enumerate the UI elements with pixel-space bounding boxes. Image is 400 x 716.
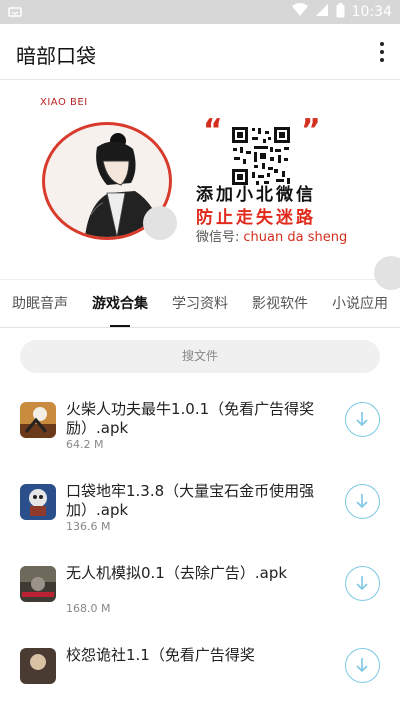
- tab-sleep-audio[interactable]: 助眠音声: [0, 282, 80, 327]
- list-item[interactable]: 无人机模拟0.1（去除广告）.apk 168.0 M: [0, 552, 400, 634]
- quote-close-icon: ”: [301, 113, 321, 148]
- status-bar: 10:34: [0, 0, 400, 24]
- list-item[interactable]: 口袋地牢1.3.8（大量宝石金币使用强加）.apk 136.6 M: [0, 470, 400, 552]
- battery-icon: [336, 2, 345, 22]
- wifi-icon: [291, 3, 308, 21]
- download-button[interactable]: [345, 484, 380, 519]
- banner-headline: 添加小北微信: [196, 185, 316, 205]
- search-input[interactable]: 搜文件: [20, 340, 380, 373]
- promo-banner[interactable]: XIAO BEI “ ” 添加小北微信 防止走失迷路 微信号: chuan da…: [0, 82, 400, 290]
- banner-brand: XIAO BEI: [40, 97, 88, 108]
- school-horror-icon: [20, 648, 56, 684]
- drone-sim-icon: [20, 566, 56, 602]
- list-item[interactable]: 校怨诡社1.1（免看广告得奖: [0, 634, 400, 716]
- quote-open-icon: “: [203, 113, 223, 148]
- banner-subheadline: 防止走失迷路: [196, 208, 316, 228]
- tab-game-collection[interactable]: 游戏合集: [80, 282, 160, 327]
- download-icon: [356, 494, 368, 509]
- file-name: 校怨诡社1.1（免看广告得奖: [66, 646, 255, 664]
- signal-icon: [315, 3, 329, 21]
- app-bar: 暗部口袋: [0, 24, 400, 80]
- download-button[interactable]: [345, 402, 380, 437]
- file-size: 136.6 M: [66, 520, 111, 533]
- file-name: 口袋地牢1.3.8（大量宝石金币使用强加）.apk: [66, 482, 315, 519]
- qr-code-icon: [230, 125, 292, 187]
- download-icon: [356, 658, 368, 673]
- tab-novel-apps[interactable]: 小说应用: [320, 282, 400, 327]
- more-options-icon[interactable]: [378, 42, 386, 62]
- wechat-id: chuan da sheng: [243, 230, 348, 245]
- download-icon: [356, 576, 368, 591]
- file-name: 无人机模拟0.1（去除广告）.apk: [66, 564, 288, 582]
- file-list: 火柴人功夫最牛1.0.1（免看广告得奖励）.apk 64.2 M 口袋地牢1.3…: [0, 388, 400, 716]
- file-size: 168.0 M: [66, 602, 111, 615]
- download-button[interactable]: [345, 566, 380, 601]
- download-button[interactable]: [345, 648, 380, 683]
- wechat-id-line: 微信号: chuan da sheng: [196, 226, 347, 245]
- tab-video-apps[interactable]: 影视软件: [240, 282, 320, 327]
- app-title: 暗部口袋: [16, 44, 96, 68]
- clock: 10:34: [351, 4, 392, 20]
- list-item[interactable]: 火柴人功夫最牛1.0.1（免看广告得奖励）.apk 64.2 M: [0, 388, 400, 470]
- file-name: 火柴人功夫最牛1.0.1（免看广告得奖励）.apk: [66, 400, 315, 437]
- pocket-dungeon-icon: [20, 484, 56, 520]
- stickman-game-icon: [20, 402, 56, 438]
- category-tabs: 助眠音声 游戏合集 学习资料 影视软件 小说应用: [0, 282, 400, 328]
- file-size: 64.2 M: [66, 438, 104, 451]
- tab-study-materials[interactable]: 学习资料: [160, 282, 240, 327]
- notification-icon: [8, 5, 22, 19]
- wechat-label: 微信号:: [196, 230, 240, 245]
- decorative-circle: [143, 206, 177, 240]
- download-icon: [356, 412, 368, 427]
